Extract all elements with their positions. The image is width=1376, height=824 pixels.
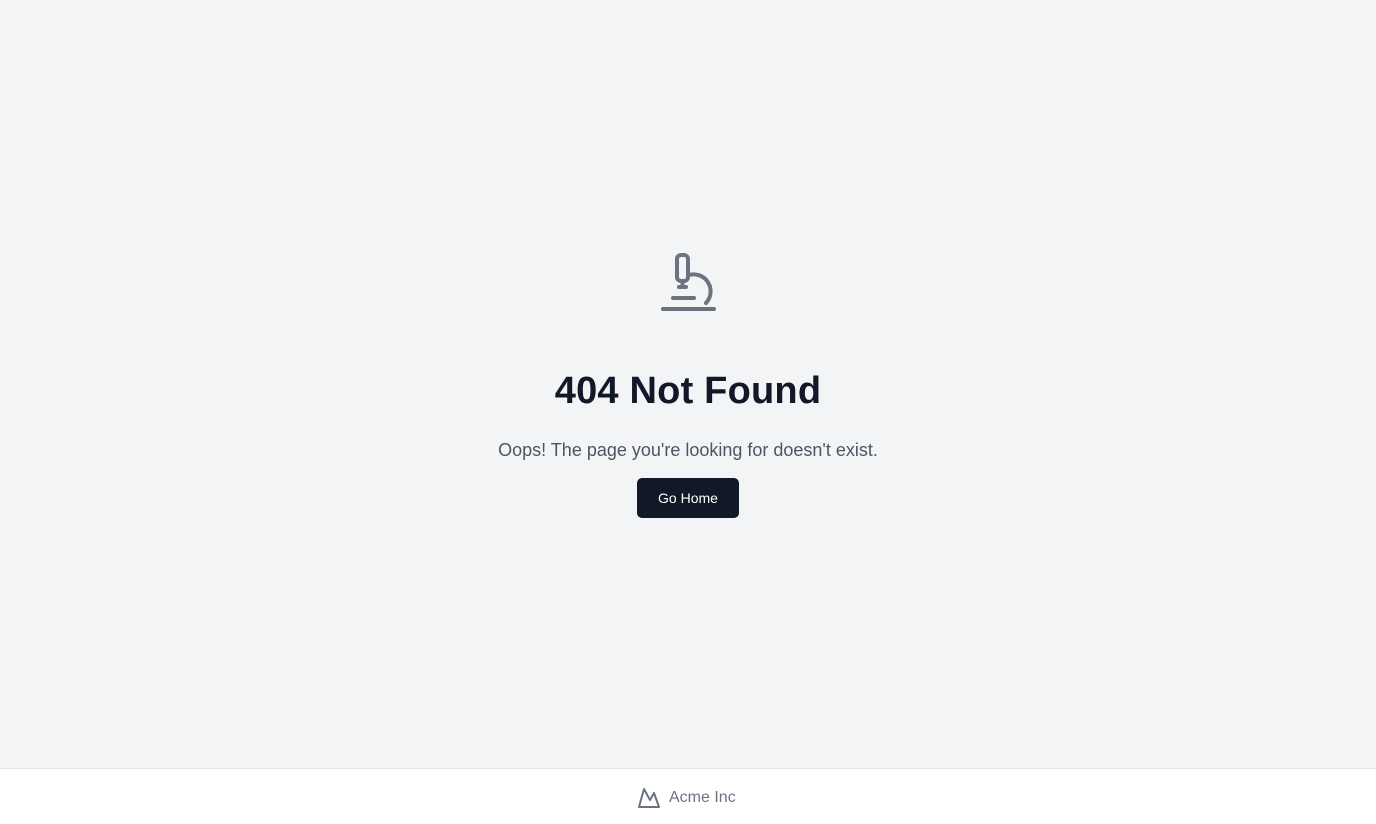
footer-brand[interactable]: Acme Inc: [637, 786, 736, 810]
page-title: 404 Not Found: [554, 370, 822, 413]
brand-name: Acme Inc: [669, 789, 736, 806]
microscope-icon: [658, 251, 718, 313]
not-found-page: 404 Not Found Oops! The page you're look…: [0, 0, 1376, 768]
error-message: Oops! The page you're looking for doesn'…: [498, 440, 878, 460]
footer: Acme Inc: [0, 768, 1376, 824]
mountain-icon: [637, 786, 661, 810]
go-home-button[interactable]: Go Home: [637, 478, 739, 518]
